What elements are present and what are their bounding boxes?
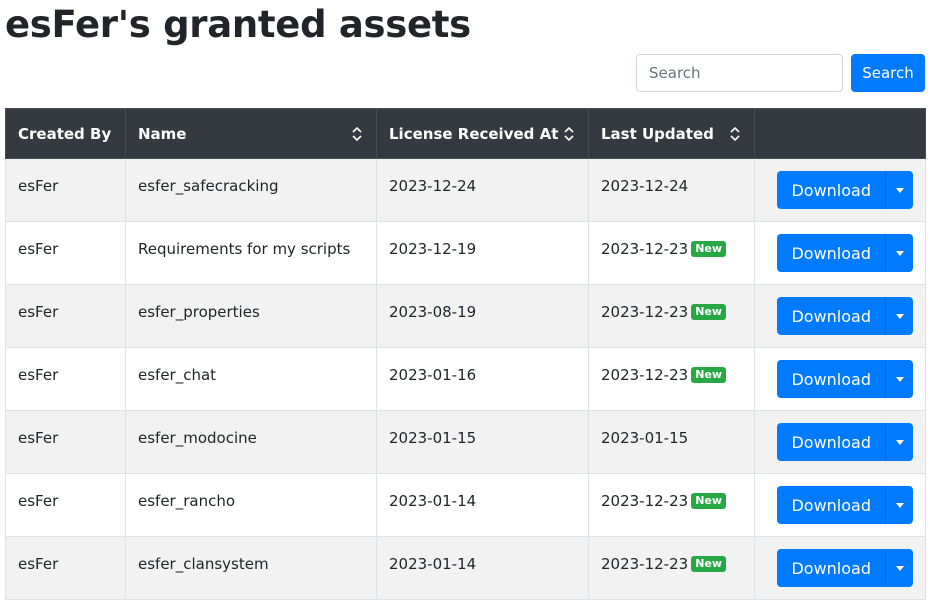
created-by-cell: esFer [5, 473, 126, 537]
table-row: esFer Requirements for my scripts 2023-12-… [5, 221, 926, 285]
license-received-cell: 2023-01-15 [376, 410, 589, 474]
download-dropdown-toggle[interactable] [885, 486, 913, 524]
created-by-cell: esFer [5, 284, 126, 348]
download-button-group: Download [777, 423, 913, 461]
last-updated-date: 2023-12-24 [601, 177, 689, 195]
last-updated-cell: 2023-12-23 New [588, 221, 755, 285]
license-received-cell: 2023-12-19 [376, 221, 589, 285]
created-by-cell: esFer [5, 410, 126, 474]
license-received-cell: 2023-01-16 [376, 347, 589, 411]
download-dropdown-toggle[interactable] [885, 549, 913, 587]
actions-cell: Download [754, 473, 926, 537]
column-header-label: License Received At [389, 124, 559, 143]
sort-icon[interactable] [352, 126, 362, 142]
download-button[interactable]: Download [777, 486, 885, 524]
last-updated-cell: 2023-01-15 [588, 410, 755, 474]
download-button-group: Download [777, 486, 913, 524]
license-received-cell: 2023-01-14 [376, 473, 589, 537]
created-by-cell: esFer [5, 347, 126, 411]
last-updated-date: 2023-12-23 [601, 366, 689, 384]
download-button-group: Download [777, 297, 913, 335]
actions-cell: Download [754, 410, 926, 474]
caret-down-icon [895, 376, 904, 382]
table-header-row: Created By Name License Received At Last… [5, 108, 926, 159]
column-header-license-received-at[interactable]: License Received At [376, 108, 589, 159]
search-input[interactable] [636, 54, 843, 92]
asset-name-cell: esfer_clansystem [125, 536, 377, 600]
page-title: esFer's granted assets [5, 3, 471, 46]
caret-down-icon [895, 250, 904, 256]
new-badge: New [691, 556, 727, 572]
actions-cell: Download [754, 158, 926, 222]
download-button[interactable]: Download [777, 297, 885, 335]
created-by-cell: esFer [5, 221, 126, 285]
asset-name-cell: esfer_rancho [125, 473, 377, 537]
table-row: esFer esfer_properties 2023-08-19 2023-12-2… [5, 284, 926, 348]
download-button[interactable]: Download [777, 171, 885, 209]
column-header-last-updated[interactable]: Last Updated [588, 108, 755, 159]
table-row: esFer esfer_rancho 2023-01-14 2023-12-23 New… [5, 473, 926, 537]
asset-name-cell: esfer_properties [125, 284, 377, 348]
last-updated-cell: 2023-12-24 [588, 158, 755, 222]
column-header-label: Created By [18, 124, 112, 143]
asset-name-cell: esfer_modocine [125, 410, 377, 474]
download-dropdown-toggle[interactable] [885, 297, 913, 335]
search-button[interactable]: Search [851, 54, 925, 92]
caret-down-icon [895, 187, 904, 193]
download-button[interactable]: Download [777, 360, 885, 398]
table-row: esFer esfer_chat 2023-01-16 2023-12-23 New Do… [5, 347, 926, 411]
new-badge: New [691, 241, 727, 257]
actions-cell: Download [754, 536, 926, 600]
table-row: esFer esfer_modocine 2023-01-15 2023-01-15 D… [5, 410, 926, 474]
sort-icon[interactable] [564, 126, 574, 142]
new-badge: New [691, 367, 727, 383]
last-updated-date: 2023-12-23 [601, 555, 689, 573]
column-header-created-by: Created By [5, 108, 126, 159]
download-button-group: Download [777, 360, 913, 398]
download-button-group: Download [777, 549, 913, 587]
last-updated-cell: 2023-12-23 New [588, 473, 755, 537]
last-updated-date: 2023-12-23 [601, 303, 689, 321]
actions-cell: Download [754, 347, 926, 411]
license-received-cell: 2023-08-19 [376, 284, 589, 348]
last-updated-date: 2023-12-23 [601, 240, 689, 258]
assets-table: Created By Name License Received At Last… [5, 108, 926, 600]
caret-down-icon [895, 439, 904, 445]
new-badge: New [691, 493, 727, 509]
caret-down-icon [895, 313, 904, 319]
actions-cell: Download [754, 284, 926, 348]
table-row: esFer esfer_safecracking 2023-12-24 2023-12… [5, 158, 926, 222]
asset-name-cell: esfer_safecracking [125, 158, 377, 222]
actions-cell: Download [754, 221, 926, 285]
created-by-cell: esFer [5, 536, 126, 600]
created-by-cell: esFer [5, 158, 126, 222]
download-dropdown-toggle[interactable] [885, 423, 913, 461]
new-badge: New [691, 304, 727, 320]
download-button[interactable]: Download [777, 549, 885, 587]
asset-name-cell: esfer_chat [125, 347, 377, 411]
last-updated-date: 2023-12-23 [601, 492, 689, 510]
last-updated-date: 2023-01-15 [601, 429, 689, 447]
download-button[interactable]: Download [777, 234, 885, 272]
last-updated-cell: 2023-12-23 New [588, 347, 755, 411]
column-header-label: Name [138, 124, 187, 143]
download-button-group: Download [777, 171, 913, 209]
download-dropdown-toggle[interactable] [885, 234, 913, 272]
column-header-actions [754, 108, 926, 159]
download-dropdown-toggle[interactable] [885, 171, 913, 209]
license-received-cell: 2023-01-14 [376, 536, 589, 600]
last-updated-cell: 2023-12-23 New [588, 536, 755, 600]
asset-name-cell: Requirements for my scripts [125, 221, 377, 285]
license-received-cell: 2023-12-24 [376, 158, 589, 222]
table-row: esFer esfer_clansystem 2023-01-14 2023-12-2… [5, 536, 926, 600]
column-header-name[interactable]: Name [125, 108, 377, 159]
last-updated-cell: 2023-12-23 New [588, 284, 755, 348]
sort-icon[interactable] [730, 126, 740, 142]
caret-down-icon [895, 502, 904, 508]
download-dropdown-toggle[interactable] [885, 360, 913, 398]
download-button-group: Download [777, 234, 913, 272]
caret-down-icon [895, 565, 904, 571]
column-header-label: Last Updated [601, 124, 714, 143]
download-button[interactable]: Download [777, 423, 885, 461]
